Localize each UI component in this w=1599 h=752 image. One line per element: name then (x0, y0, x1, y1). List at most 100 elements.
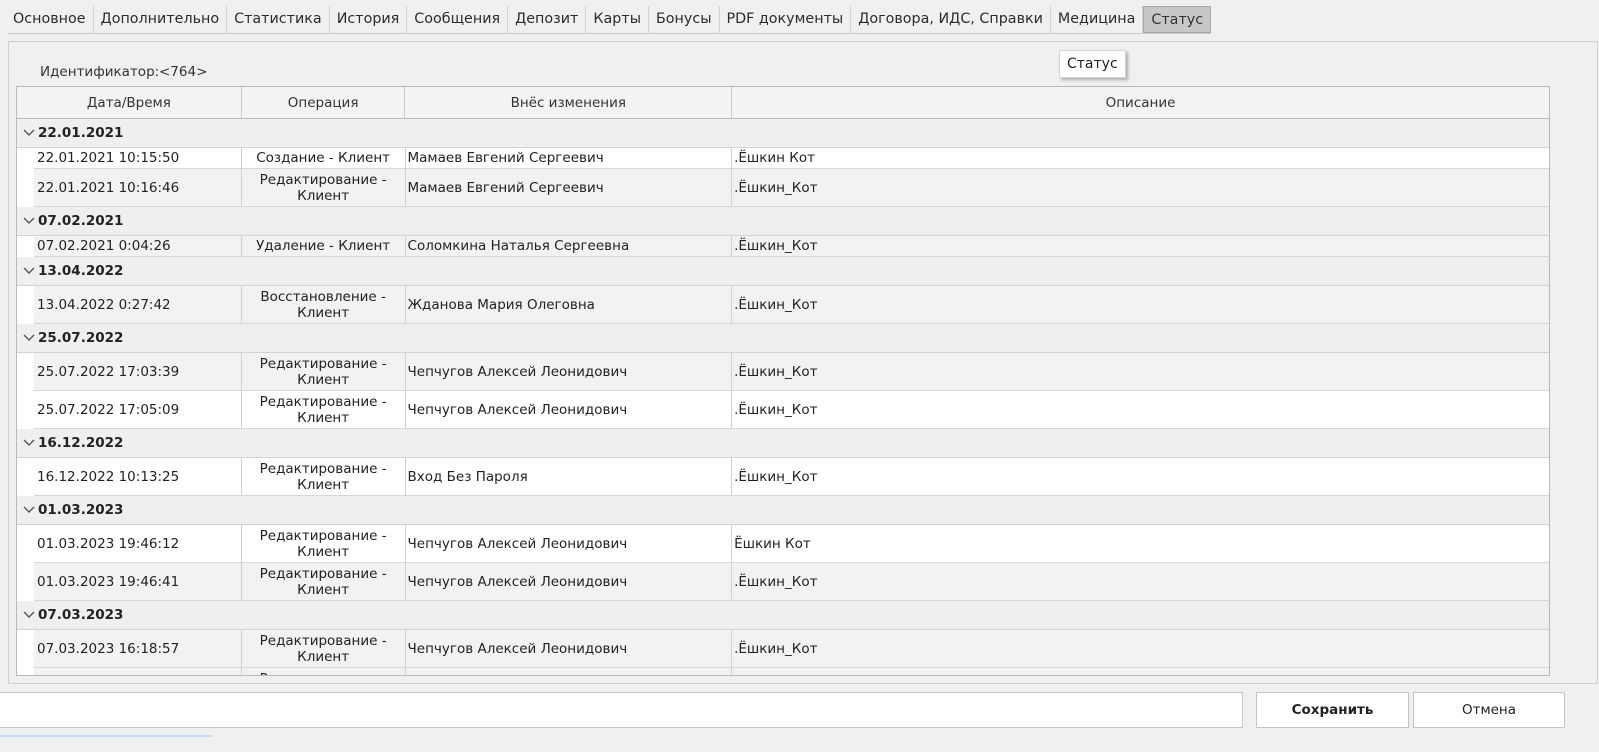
group-date: 01.03.2023 (38, 502, 124, 518)
chevron-down-icon[interactable] (20, 436, 38, 450)
status-panel: Идентификатор: <764> Статус Дата/Время О… (8, 41, 1598, 684)
cell-datetime: 25.07.2022 17:03:39 (34, 353, 242, 390)
tab-7[interactable]: Карты (586, 6, 649, 33)
group-row[interactable]: 25.07.2022 (17, 324, 1549, 353)
status-tooltip: Статус (1059, 50, 1126, 78)
cell-description: .Ёшкин_Кот (734, 401, 818, 418)
cell-author: Вход Без Пароля (406, 458, 733, 495)
group-row[interactable]: 01.03.2023 (17, 496, 1549, 525)
cell-operation: Редактирование - Клиент (242, 458, 406, 495)
identifier-label: Идентификатор: (40, 64, 160, 80)
cell-author: Соломкина Наталья Сергеевна (406, 236, 733, 256)
cell-description: .Ёшкин_Кот (734, 238, 818, 254)
cell-description: Ёшкин Кот (734, 535, 811, 552)
column-header-operation[interactable]: Операция (242, 87, 406, 118)
table-row[interactable]: 22.01.2021 10:16:46 Редактирование - Клие… (34, 169, 1549, 207)
group-date: 22.01.2021 (38, 125, 124, 141)
tab-9[interactable]: PDF документы (719, 6, 852, 33)
table-row[interactable]: 16.12.2022 10:13:25 Редактирование - Клие… (34, 458, 1549, 496)
tab-3[interactable]: Статистика (227, 6, 330, 33)
cell-description (732, 668, 1549, 675)
tab-5[interactable]: Сообщения (407, 6, 509, 33)
tab-10[interactable]: Договора, ИДС, Справки (851, 6, 1051, 33)
table-row[interactable]: 25.07.2022 17:05:09 Редактирование - Клие… (34, 391, 1549, 429)
cell-datetime: 22.01.2021 10:15:50 (34, 148, 242, 168)
cell-author: Чепчугов Алексей Леонидович (406, 391, 733, 428)
cell-operation: Редактирование - Клиент (242, 563, 406, 600)
cell-author: Жданова Мария Олеговна (406, 286, 733, 323)
table-row[interactable]: Редактирование - Клиент (34, 668, 1549, 675)
cell-operation: Редактирование - Клиент (242, 353, 406, 390)
cancel-button[interactable]: Отмена (1413, 692, 1565, 728)
cell-author: Чепчугов Алексей Леонидович (406, 353, 733, 390)
cell-datetime: 22.01.2021 10:16:46 (34, 169, 242, 206)
table-row[interactable]: 07.02.2021 0:04:26 Удаление - Клиент Солом… (34, 236, 1549, 257)
chevron-down-icon[interactable] (20, 503, 38, 517)
chevron-down-icon[interactable] (20, 608, 38, 622)
column-header-description[interactable]: Описание (732, 87, 1549, 118)
group-date: 07.02.2021 (38, 213, 124, 229)
group-date: 13.04.2022 (38, 263, 124, 279)
cell-description: .Ёшкин_Кот (734, 640, 818, 657)
tab-8[interactable]: Бонусы (649, 6, 720, 33)
cell-description: .Ёшкин_Кот (734, 573, 818, 590)
cell-description: .Ёшкин_Кот (734, 363, 818, 380)
cell-author: Мамаев Евгений Сергеевич (406, 169, 733, 206)
cell-author: Чепчугов Алексей Леонидович (406, 630, 733, 667)
column-header-datetime[interactable]: Дата/Время (17, 87, 242, 118)
table-row[interactable]: 13.04.2022 0:27:42 Восстановление - Клиен… (34, 286, 1549, 324)
group-row[interactable]: 07.02.2021 (17, 207, 1549, 236)
group-date: 25.07.2022 (38, 330, 124, 346)
tab-2[interactable]: Дополнительно (93, 6, 228, 33)
column-header-author[interactable]: Внёс изменения (405, 87, 733, 118)
grid-header: Дата/Время Операция Внёс изменения Описа… (17, 87, 1549, 119)
cell-datetime (34, 668, 242, 675)
cell-operation: Редактирование - Клиент (242, 391, 406, 428)
cell-author (406, 668, 733, 675)
tab-12[interactable]: Статус (1143, 6, 1212, 33)
cell-description: .Ёшкин_Кот (734, 468, 818, 485)
cell-description: .Ёшкин Кот (734, 150, 816, 166)
cell-operation: Удаление - Клиент (242, 236, 406, 256)
cell-operation: Восстановление - Клиент (242, 286, 406, 323)
chevron-down-icon[interactable] (20, 126, 38, 140)
tab-4[interactable]: История (329, 6, 408, 33)
cell-author: Чепчугов Алексей Леонидович (406, 525, 733, 562)
cell-datetime: 13.04.2022 0:27:42 (34, 286, 242, 323)
chevron-down-icon[interactable] (20, 214, 38, 228)
status-strip (0, 735, 212, 737)
table-row[interactable]: 25.07.2022 17:03:39 Редактирование - Клие… (34, 353, 1549, 391)
cell-datetime: 25.07.2022 17:05:09 (34, 391, 242, 428)
cell-description: .Ёшкин_Кот (734, 296, 818, 313)
history-grid[interactable]: Дата/Время Операция Внёс изменения Описа… (16, 86, 1550, 676)
cell-operation: Редактирование - Клиент (242, 169, 406, 206)
table-row[interactable]: 22.01.2021 10:15:50 Создание - Клиент Мама… (34, 148, 1549, 169)
chevron-down-icon[interactable] (20, 264, 38, 278)
cell-operation: Редактирование - Клиент (242, 525, 406, 562)
cell-datetime: 07.03.2023 16:18:57 (34, 630, 242, 667)
grid-body: 22.01.2021 22.01.2021 10:15:50 Создание - … (17, 119, 1549, 675)
tab-bar: Основное Дополнительно Статистика История Со… (8, 6, 1212, 34)
note-field[interactable] (0, 692, 1243, 728)
group-row[interactable]: 07.03.2023 (17, 601, 1549, 630)
tab-11[interactable]: Медицина (1050, 6, 1144, 33)
cell-datetime: 01.03.2023 19:46:12 (34, 525, 242, 562)
cell-operation: Редактирование - Клиент (242, 630, 406, 667)
group-date: 07.03.2023 (38, 607, 124, 623)
save-button[interactable]: Сохранить (1256, 692, 1409, 728)
chevron-down-icon[interactable] (20, 331, 38, 345)
group-row[interactable]: 13.04.2022 (17, 257, 1549, 286)
tab-6[interactable]: Депозит (508, 6, 587, 33)
group-row[interactable]: 22.01.2021 (17, 119, 1549, 148)
group-date: 16.12.2022 (38, 435, 124, 451)
tab-1[interactable]: Основное (8, 6, 94, 33)
group-row[interactable]: 16.12.2022 (17, 429, 1549, 458)
table-row[interactable]: 01.03.2023 19:46:12 Редактирование - Клие… (34, 525, 1549, 563)
cell-operation: Создание - Клиент (242, 148, 406, 168)
table-row[interactable]: 07.03.2023 16:18:57 Редактирование - Клие… (34, 630, 1549, 668)
cell-author: Мамаев Евгений Сергеевич (406, 148, 733, 168)
cell-datetime: 16.12.2022 10:13:25 (34, 458, 242, 495)
table-row[interactable]: 01.03.2023 19:46:41 Редактирование - Клие… (34, 563, 1549, 601)
identifier-value: <764> (159, 64, 208, 80)
cell-author: Чепчугов Алексей Леонидович (406, 563, 733, 600)
